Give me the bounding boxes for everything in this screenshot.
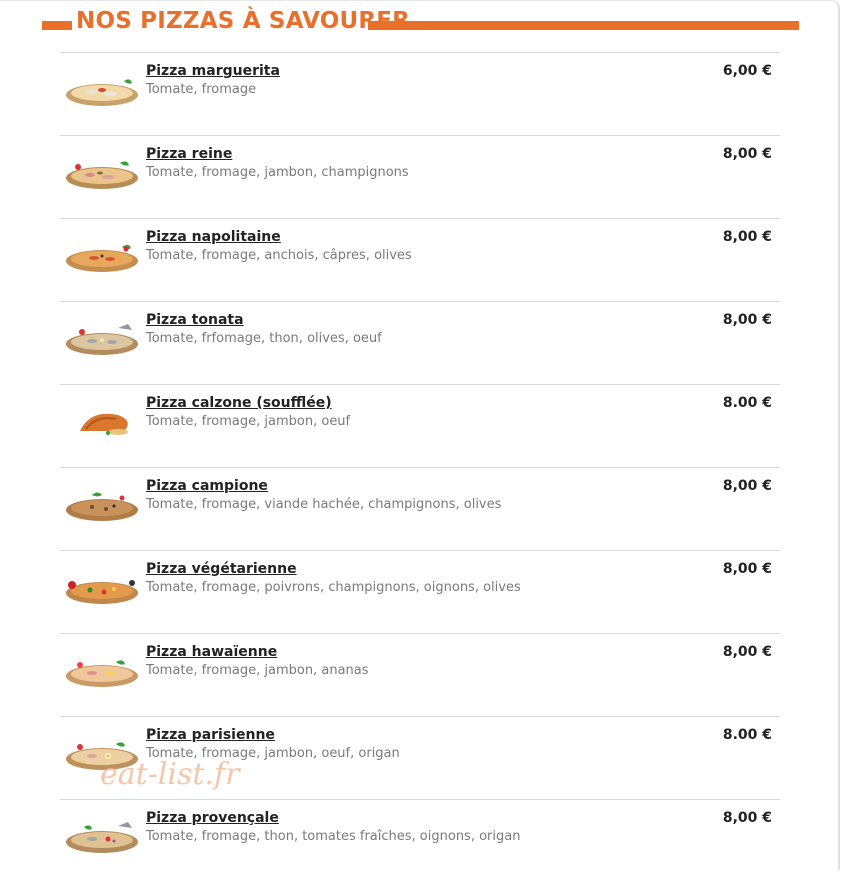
pizza-description: Tomate, frfomage, thon, olives, oeuf (146, 331, 382, 346)
pizza-image (66, 822, 138, 853)
pizza-name-link[interactable]: Pizza végétarienne (146, 561, 297, 577)
pizza-name-link[interactable]: Pizza parisienne (146, 727, 275, 743)
pizza-name-link[interactable]: Pizza hawaïenne (146, 644, 277, 660)
pizza-price: 8,00 € (722, 644, 772, 660)
pizza-name-link[interactable]: Pizza marguerita (146, 63, 280, 79)
pizza-name-link[interactable]: Pizza tonata (146, 312, 244, 328)
watermark: eat-list.fr (100, 757, 240, 792)
pizza-name-link[interactable]: Pizza provençale (146, 810, 279, 826)
pizza-price: 8,00 € (722, 229, 772, 245)
pizza-description: Tomate, fromage, viande hachée, champign… (146, 497, 502, 512)
pizza-price: 8.00 € (722, 395, 772, 411)
pizza-price: 8,00 € (722, 478, 772, 494)
pizza-price: 8,00 € (722, 561, 772, 577)
pizza-price: 8,00 € (722, 810, 772, 826)
pizza-name-link[interactable]: Pizza campione (146, 478, 268, 494)
menu-item: Pizza tonata Tomate, frfomage, thon, oli… (60, 301, 780, 384)
menu-item: Pizza reine Tomate, fromage, jambon, cha… (60, 135, 780, 218)
pizza-price: 6,00 € (722, 63, 772, 79)
menu-item: Pizza marguerita Tomate, fromage 6,00 € (60, 52, 780, 135)
menu-item: Pizza hawaïenne Tomate, fromage, jambon,… (60, 633, 780, 716)
pizza-description: Tomate, fromage, jambon, oeuf (146, 414, 351, 429)
title-rule-left (42, 21, 72, 30)
pizza-image (80, 413, 128, 435)
pizza-image (66, 660, 138, 687)
pizza-image (66, 492, 138, 521)
menu-item: Pizza provençale Tomate, fromage, thon, … (60, 799, 780, 882)
pizza-image (66, 161, 138, 189)
menu-item: Pizza napolitaine Tomate, fromage, ancho… (60, 218, 780, 301)
pizza-image (66, 79, 138, 106)
menu-item: Pizza campione Tomate, fromage, viande h… (60, 467, 780, 550)
section-title: NOS PIZZAS À SAVOURER (76, 8, 411, 34)
pizza-price: 8.00 € (722, 727, 772, 743)
pizza-image (66, 580, 138, 604)
pizza-price: 8,00 € (722, 312, 772, 328)
menu-item: Pizza calzone (soufflée) Tomate, fromage… (60, 384, 780, 467)
menu-item: Pizza végétarienne Tomate, fromage, poiv… (60, 550, 780, 633)
pizza-name-link[interactable]: Pizza napolitaine (146, 229, 281, 245)
section-header: NOS PIZZAS À SAVOURER (42, 6, 799, 40)
pizza-description: Tomate, fromage, jambon, ananas (146, 663, 369, 678)
pizza-name-link[interactable]: Pizza reine (146, 146, 232, 162)
pizza-description: Tomate, fromage, jambon, champignons (146, 165, 409, 180)
title-rule-right (368, 21, 799, 30)
pizza-name-link[interactable]: Pizza calzone (soufflée) (146, 395, 332, 411)
pizza-image (66, 244, 138, 272)
pizza-price: 8,00 € (722, 146, 772, 162)
pizza-description: Tomate, fromage, poivrons, champignons, … (146, 580, 521, 595)
pizza-description: Tomate, fromage, thon, tomates fraîches,… (146, 829, 521, 844)
pizza-description: Tomate, fromage (146, 82, 257, 97)
pizza-image (66, 324, 138, 355)
pizza-description: Tomate, fromage, anchois, câpres, olives (146, 248, 412, 263)
